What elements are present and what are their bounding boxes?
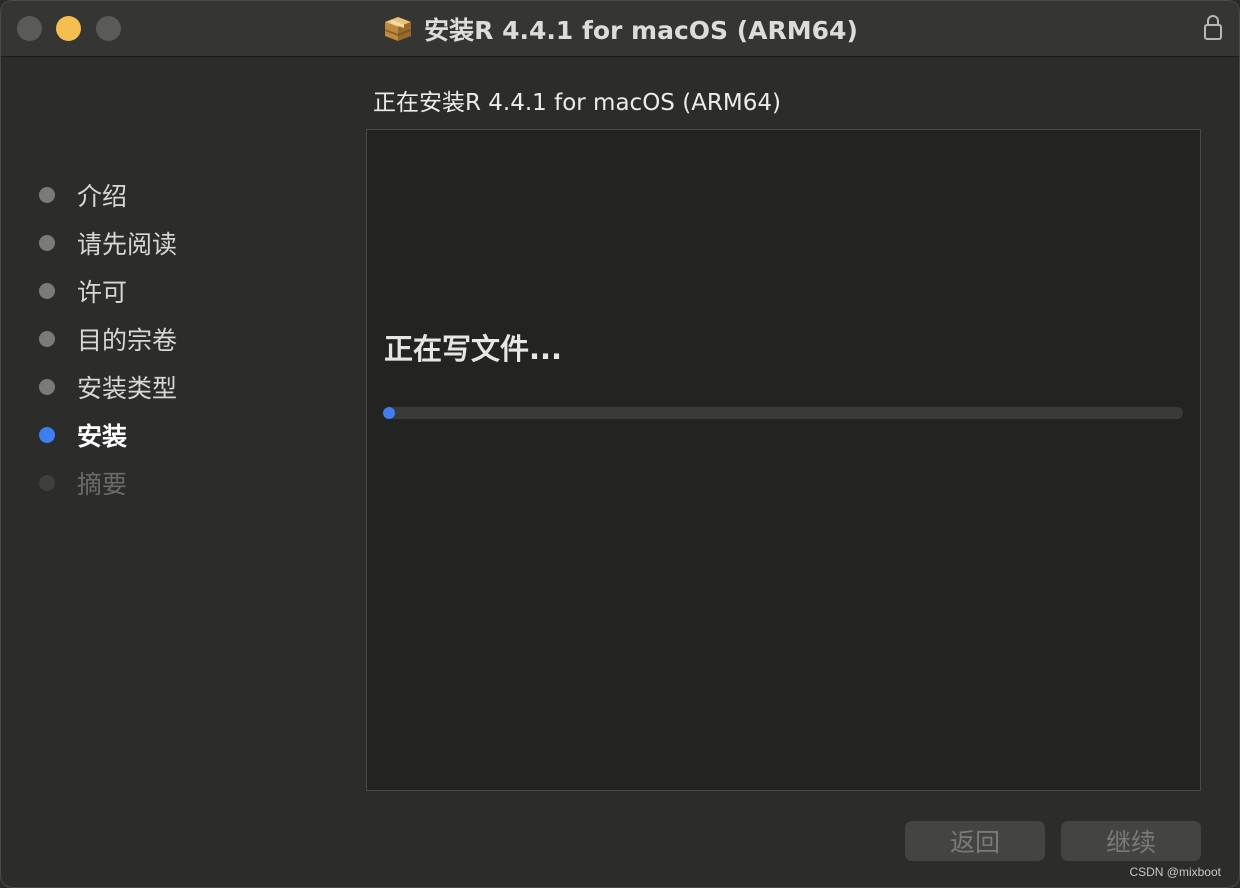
- step-dot-current: [39, 427, 55, 443]
- step-label: 介绍: [77, 182, 128, 211]
- step-label: 许可: [77, 278, 128, 307]
- step-label: 请先阅读: [77, 230, 178, 259]
- step-introduction: 介绍: [39, 171, 177, 219]
- back-button[interactable]: 返回: [905, 821, 1045, 861]
- content-panel: 正在写文件...: [366, 129, 1201, 791]
- continue-button[interactable]: 继续: [1061, 821, 1201, 861]
- step-dot: [39, 187, 55, 203]
- window-title-group: 安装R 4.4.1 for macOS (ARM64): [1, 11, 1239, 47]
- title-bar: 安装R 4.4.1 for macOS (ARM64): [1, 1, 1239, 57]
- progress-fill: [383, 407, 395, 419]
- status-text: 正在写文件...: [384, 332, 563, 366]
- installer-steps: 介绍 请先阅读 许可 目的宗卷 安装类型 安装 摘要: [39, 171, 177, 507]
- step-dot: [39, 475, 55, 491]
- step-read-me: 请先阅读: [39, 219, 177, 267]
- package-icon: [385, 17, 412, 41]
- step-dot: [39, 283, 55, 299]
- step-label: 摘要: [77, 470, 128, 499]
- page-heading: 正在安装R 4.4.1 for macOS (ARM64): [373, 90, 781, 116]
- step-dot: [39, 379, 55, 395]
- watermark: CSDN @mixboot: [1129, 865, 1221, 879]
- step-destination: 目的宗卷: [39, 315, 177, 363]
- step-install: 安装: [39, 411, 177, 459]
- step-license: 许可: [39, 267, 177, 315]
- step-dot: [39, 331, 55, 347]
- step-label: 安装类型: [77, 374, 178, 403]
- step-installation-type: 安装类型: [39, 363, 177, 411]
- step-dot: [39, 235, 55, 251]
- window-title: 安装R 4.4.1 for macOS (ARM64): [424, 16, 858, 45]
- step-label: 安装: [77, 422, 128, 451]
- lock-icon[interactable]: [1203, 13, 1223, 41]
- installer-window: 安装R 4.4.1 for macOS (ARM64) 正在安装R 4.4.1 …: [0, 0, 1240, 888]
- step-label: 目的宗卷: [77, 326, 178, 355]
- step-summary: 摘要: [39, 459, 177, 507]
- progress-bar: [383, 407, 1183, 419]
